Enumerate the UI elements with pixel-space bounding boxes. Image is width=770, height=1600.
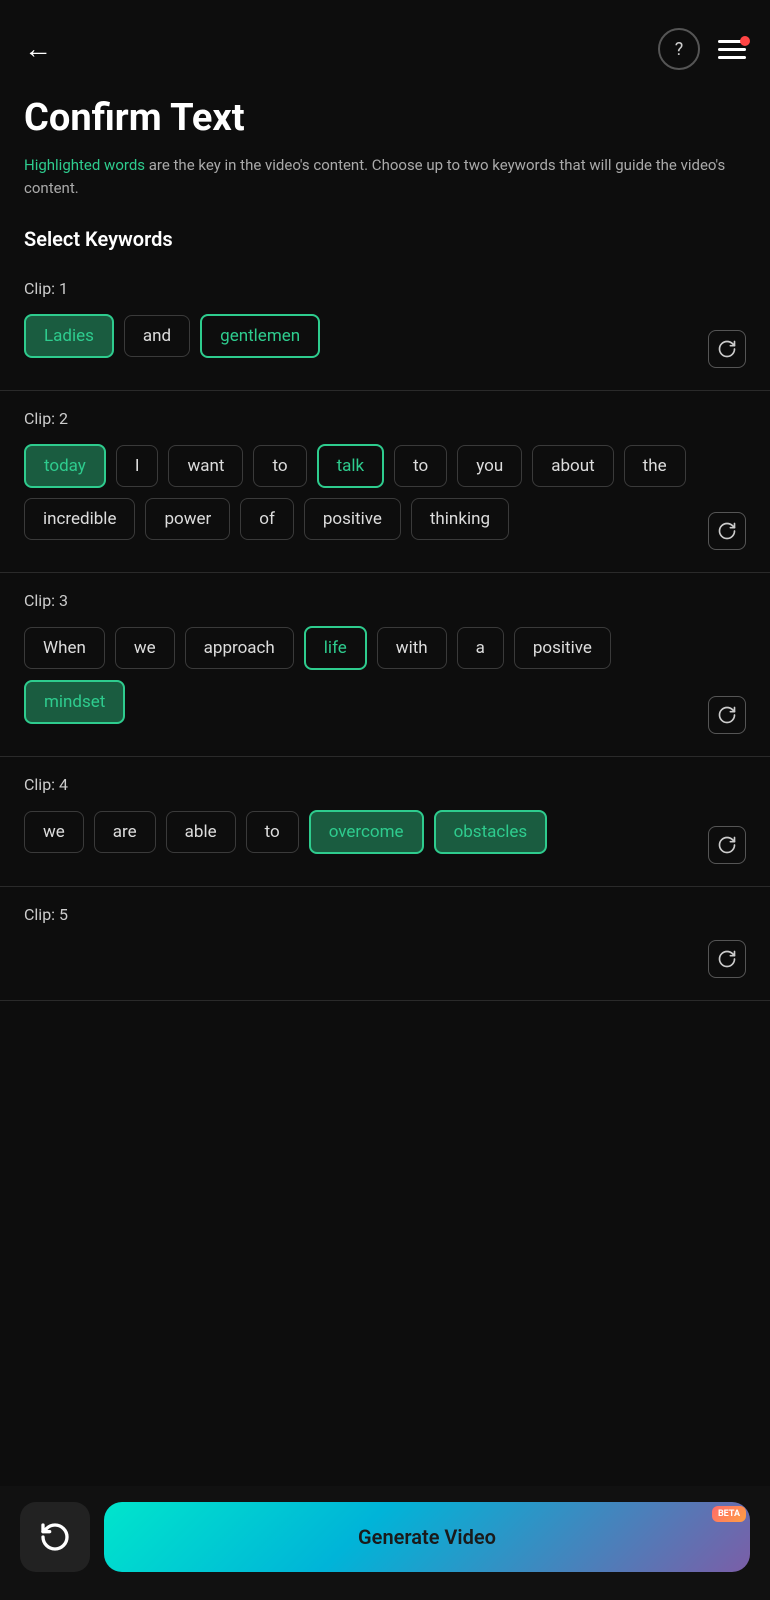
refresh-icon-svg [717, 949, 737, 969]
clip-row-3: Whenweapproachlifewithapositive mindset [24, 626, 746, 734]
refresh-button-5[interactable] [708, 940, 746, 978]
refresh-icon-svg [717, 835, 737, 855]
refresh-icon-svg [717, 339, 737, 359]
generate-video-label: Generate Video [358, 1525, 496, 1549]
word-chip-3-1[interactable]: When [24, 627, 105, 669]
word-row-2: todayIwanttotalktoyouabouttheincrediblep… [24, 444, 696, 540]
bottom-bar: Generate Video BETA [0, 1486, 770, 1600]
header-icons: ? [658, 28, 746, 70]
clip-row-2: todayIwanttotalktoyouabouttheincrediblep… [24, 444, 746, 550]
refresh-button-1[interactable] [708, 330, 746, 368]
word-chip-3-7[interactable]: positive [514, 627, 611, 669]
notification-badge [740, 36, 750, 46]
word-chip-3-6[interactable]: a [457, 627, 504, 669]
word-chip-2-14[interactable]: thinking [411, 498, 509, 540]
word-chip-1-3[interactable]: gentlemen [200, 314, 320, 358]
word-row-4: weareabletoovercomeobstacles [24, 810, 696, 854]
word-chip-2-8[interactable]: about [532, 445, 613, 487]
word-chip-2-7[interactable]: you [457, 445, 522, 487]
word-chip-2-10[interactable]: incredible [24, 498, 135, 540]
clip-label-1: Clip: 1 [24, 279, 746, 298]
word-chip-2-13[interactable]: positive [304, 498, 401, 540]
subtitle-highlight: Highlighted words [24, 156, 145, 174]
word-chip-4-6[interactable]: obstacles [434, 810, 548, 854]
word-chip-2-12[interactable]: of [240, 498, 294, 540]
word-chip-2-3[interactable]: want [168, 445, 243, 487]
word-chip-4-5[interactable]: overcome [309, 810, 424, 854]
refresh-button-3[interactable] [708, 696, 746, 734]
back-button[interactable]: ← [24, 35, 52, 63]
refresh-button-4[interactable] [708, 826, 746, 864]
clip-label-2: Clip: 2 [24, 409, 746, 428]
help-icon: ? [675, 39, 684, 60]
clip-label-3: Clip: 3 [24, 591, 746, 610]
clip-section-3: Clip: 3 Whenweapproachlifewithapositive mi… [0, 573, 770, 757]
word-chip-2-9[interactable]: the [624, 445, 686, 487]
word-chip-2-5[interactable]: talk [317, 444, 385, 488]
back-arrow-icon: ← [24, 35, 52, 63]
clip-section-2: Clip: 2todayIwanttotalktoyouabouttheincr… [0, 391, 770, 573]
word-chip-2-4[interactable]: to [253, 445, 306, 487]
word-chip-3-8[interactable]: mindset [24, 680, 125, 724]
word-chip-1-2[interactable]: and [124, 315, 190, 357]
menu-line-2 [718, 48, 746, 51]
clip-row-5 [24, 940, 746, 978]
help-button[interactable]: ? [658, 28, 700, 70]
header: ← ? [0, 0, 770, 86]
word-row-1: Ladiesandgentlemen [24, 314, 696, 358]
word-chip-2-11[interactable]: power [145, 498, 230, 540]
clip-words-1: Ladiesandgentlemen [24, 314, 696, 368]
word-chip-2-6[interactable]: to [394, 445, 447, 487]
word-chip-1-1[interactable]: Ladies [24, 314, 114, 358]
clip-section-5: Clip: 5 [0, 887, 770, 1001]
section-heading: Select Keywords [0, 199, 770, 261]
word-chip-4-3[interactable]: able [166, 811, 236, 853]
generate-video-button[interactable]: Generate Video BETA [104, 1502, 750, 1572]
word-chip-3-5[interactable]: with [377, 627, 447, 669]
clip-label-5: Clip: 5 [24, 905, 746, 924]
word-chip-4-1[interactable]: we [24, 811, 84, 853]
clip-words-3: Whenweapproachlifewithapositive mindset [24, 626, 696, 734]
beta-badge: BETA [712, 1506, 746, 1522]
clip-row-4: weareabletoovercomeobstacles [24, 810, 746, 864]
word-chip-2-1[interactable]: today [24, 444, 106, 488]
menu-line-3 [718, 56, 746, 59]
clip-words-5 [24, 968, 696, 978]
word-chip-3-2[interactable]: we [115, 627, 175, 669]
subtitle: Highlighted words are the key in the vid… [24, 154, 746, 199]
clip-section-4: Clip: 4 weareabletoovercomeobstacles [0, 757, 770, 887]
page-title: Confirm Text [24, 96, 746, 140]
clip-row-1: Ladiesandgentlemen [24, 314, 746, 368]
clip-label-4: Clip: 4 [24, 775, 746, 794]
word-row-3: Whenweapproachlifewithapositive mindset [24, 626, 696, 724]
clips-container: Clip: 1 Ladiesandgentlemen Clip: 2 todayIw… [0, 261, 770, 1001]
clip-section-1: Clip: 1 Ladiesandgentlemen [0, 261, 770, 391]
clip-words-4: weareabletoovercomeobstacles [24, 810, 696, 864]
refresh-icon-svg [717, 521, 737, 541]
word-chip-4-2[interactable]: are [94, 811, 156, 853]
refresh-button-2[interactable] [708, 512, 746, 550]
menu-button[interactable] [718, 40, 746, 59]
word-chip-3-4[interactable]: life [304, 626, 367, 670]
word-chip-3-3[interactable]: approach [185, 627, 294, 669]
reset-icon [39, 1521, 71, 1553]
reset-button[interactable] [20, 1502, 90, 1572]
clip-words-2: todayIwanttotalktoyouabouttheincrediblep… [24, 444, 696, 550]
refresh-icon-svg [717, 705, 737, 725]
word-chip-2-2[interactable]: I [116, 445, 159, 487]
title-section: Confirm Text Highlighted words are the k… [0, 86, 770, 199]
word-chip-4-4[interactable]: to [246, 811, 299, 853]
